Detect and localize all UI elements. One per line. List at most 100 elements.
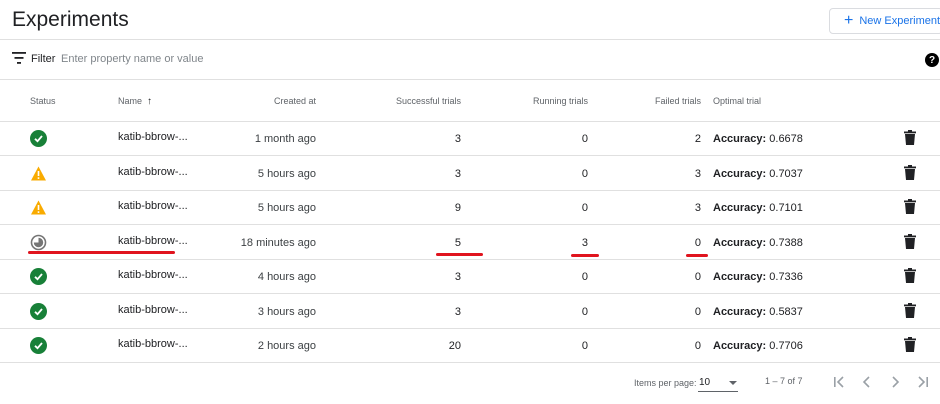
check-circle-icon	[30, 130, 47, 147]
table-row[interactable]: katib-bbrow-... 4 hours ago 3 0 0 Accuracy: 0…	[0, 260, 940, 294]
optimal-metric-value: 0.7388	[769, 236, 803, 249]
table-row[interactable]: katib-bbrow-... 1 month ago 3 0 2 Accuracy: 0…	[0, 122, 940, 156]
running-trials: 0	[581, 133, 588, 145]
created-at: 3 hours ago	[257, 305, 316, 318]
optimal-metric-name: Accuracy:	[713, 236, 767, 249]
experiment-name-link[interactable]: katib-bbrow-...	[118, 269, 188, 281]
created-at: 5 hours ago	[257, 167, 316, 180]
annotation-underline-successful	[436, 253, 483, 256]
table-row[interactable]: katib-bbrow-... 5 hours ago 3 0 3 Accuracy: 0…	[0, 157, 940, 191]
new-experiment-label: New Experiment	[859, 15, 940, 27]
column-header-failed[interactable]: Failed trials	[655, 96, 701, 106]
experiment-name-link[interactable]: katib-bbrow-...	[118, 338, 188, 350]
optimal-metric-name: Accuracy:	[713, 202, 767, 214]
failed-trials: 3	[694, 202, 701, 214]
experiment-name-link[interactable]: katib-bbrow-...	[118, 235, 188, 247]
warning-icon	[31, 200, 46, 215]
prev-page-button[interactable]	[857, 372, 877, 392]
dropdown-caret-icon	[729, 381, 737, 385]
experiment-name-link[interactable]: katib-bbrow-...	[118, 166, 188, 178]
filter-bar: Filter ?	[0, 41, 940, 80]
optimal-trial: Accuracy: 0.5837	[713, 306, 803, 318]
column-header-optimal[interactable]: Optimal trial	[713, 96, 761, 106]
experiment-name-link[interactable]: katib-bbrow-...	[118, 131, 188, 143]
successful-trials: 3	[454, 133, 461, 145]
items-per-page-label: Items per page:	[634, 378, 697, 388]
delete-button[interactable]	[904, 337, 917, 353]
delete-button[interactable]	[904, 268, 917, 284]
trash-icon	[904, 337, 916, 352]
running-trials: 0	[581, 305, 588, 318]
running-trials: 3	[581, 236, 588, 249]
failed-trials: 0	[694, 340, 701, 352]
delete-button[interactable]	[904, 199, 917, 215]
column-header-successful[interactable]: Successful trials	[396, 96, 461, 106]
column-header-running[interactable]: Running trials	[533, 96, 588, 106]
optimal-trial: Accuracy: 0.7101	[713, 202, 803, 214]
delete-button[interactable]	[904, 130, 917, 146]
successful-trials: 20	[448, 340, 461, 352]
successful-trials: 9	[454, 202, 461, 214]
first-page-button[interactable]	[829, 372, 849, 392]
created-at: 18 minutes ago	[240, 236, 316, 249]
filter-input[interactable]	[61, 50, 361, 68]
paginator: Items per page: 10 1 – 7 of 7	[0, 363, 940, 403]
experiment-name-link[interactable]: katib-bbrow-...	[118, 200, 188, 212]
help-icon[interactable]: ?	[925, 53, 939, 67]
created-at: 5 hours ago	[257, 202, 316, 214]
delete-button[interactable]	[904, 164, 917, 181]
failed-trials: 0	[694, 305, 701, 318]
table-header: Status Name ↑ Created at Successful trial…	[0, 81, 940, 122]
status-cell	[30, 337, 47, 354]
successful-trials: 3	[454, 305, 461, 318]
trash-icon	[904, 199, 916, 214]
optimal-metric-value: 0.7706	[769, 340, 803, 352]
running-trials: 0	[581, 167, 588, 180]
created-at: 1 month ago	[254, 133, 316, 145]
optimal-metric-name: Accuracy:	[713, 167, 767, 180]
arrow-up-icon: ↑	[147, 96, 153, 107]
new-experiment-button[interactable]: + New Experiment	[829, 8, 940, 34]
column-header-name[interactable]: Name ↑	[118, 96, 152, 107]
experiment-name-link[interactable]: katib-bbrow-...	[118, 304, 188, 316]
in-progress-icon	[30, 234, 47, 250]
status-cell	[30, 165, 47, 182]
next-page-button[interactable]	[885, 372, 905, 392]
successful-trials: 3	[454, 167, 461, 180]
optimal-trial: Accuracy: 0.7388	[713, 237, 803, 249]
optimal-metric-name: Accuracy:	[713, 305, 767, 318]
failed-trials: 0	[694, 271, 701, 283]
optimal-trial: Accuracy: 0.7336	[713, 271, 803, 283]
delete-button[interactable]	[904, 302, 917, 319]
last-page-button[interactable]	[913, 372, 933, 392]
plus-icon: +	[844, 12, 854, 29]
optimal-metric-value: 0.7037	[769, 167, 803, 180]
successful-trials: 3	[454, 271, 461, 283]
chevron-right-icon	[892, 376, 900, 388]
check-circle-icon	[30, 302, 47, 320]
optimal-metric-value: 0.5837	[769, 305, 803, 318]
trash-icon	[904, 268, 916, 283]
status-cell	[30, 268, 47, 285]
table-row[interactable]: katib-bbrow-... 5 hours ago 9 0 3 Accuracy: 0…	[0, 191, 940, 225]
running-trials: 0	[581, 340, 588, 352]
items-per-page-select[interactable]: 10	[698, 374, 738, 392]
delete-button[interactable]	[904, 233, 917, 250]
created-at: 4 hours ago	[257, 271, 316, 283]
optimal-trial: Accuracy: 0.7706	[713, 340, 803, 352]
column-header-created[interactable]: Created at	[274, 96, 316, 106]
trash-icon	[904, 164, 916, 180]
optimal-metric-name: Accuracy:	[713, 271, 767, 283]
running-trials: 0	[581, 202, 588, 214]
column-header-status[interactable]: Status	[30, 96, 56, 106]
table-row[interactable]: katib-bbrow-... 3 hours ago 3 0 0 Accuracy: 0…	[0, 295, 940, 329]
filter-list-icon[interactable]	[12, 52, 26, 64]
annotation-underline-running	[571, 254, 599, 257]
status-cell	[30, 302, 47, 320]
trash-icon	[904, 130, 916, 145]
chevron-left-icon	[862, 376, 870, 388]
annotation-underline-name	[28, 251, 175, 254]
table-row[interactable]: katib-bbrow-... 2 hours ago 20 0 0 Accuracy: …	[0, 329, 940, 363]
check-circle-icon	[30, 337, 47, 354]
annotation-underline-failed	[686, 254, 708, 257]
